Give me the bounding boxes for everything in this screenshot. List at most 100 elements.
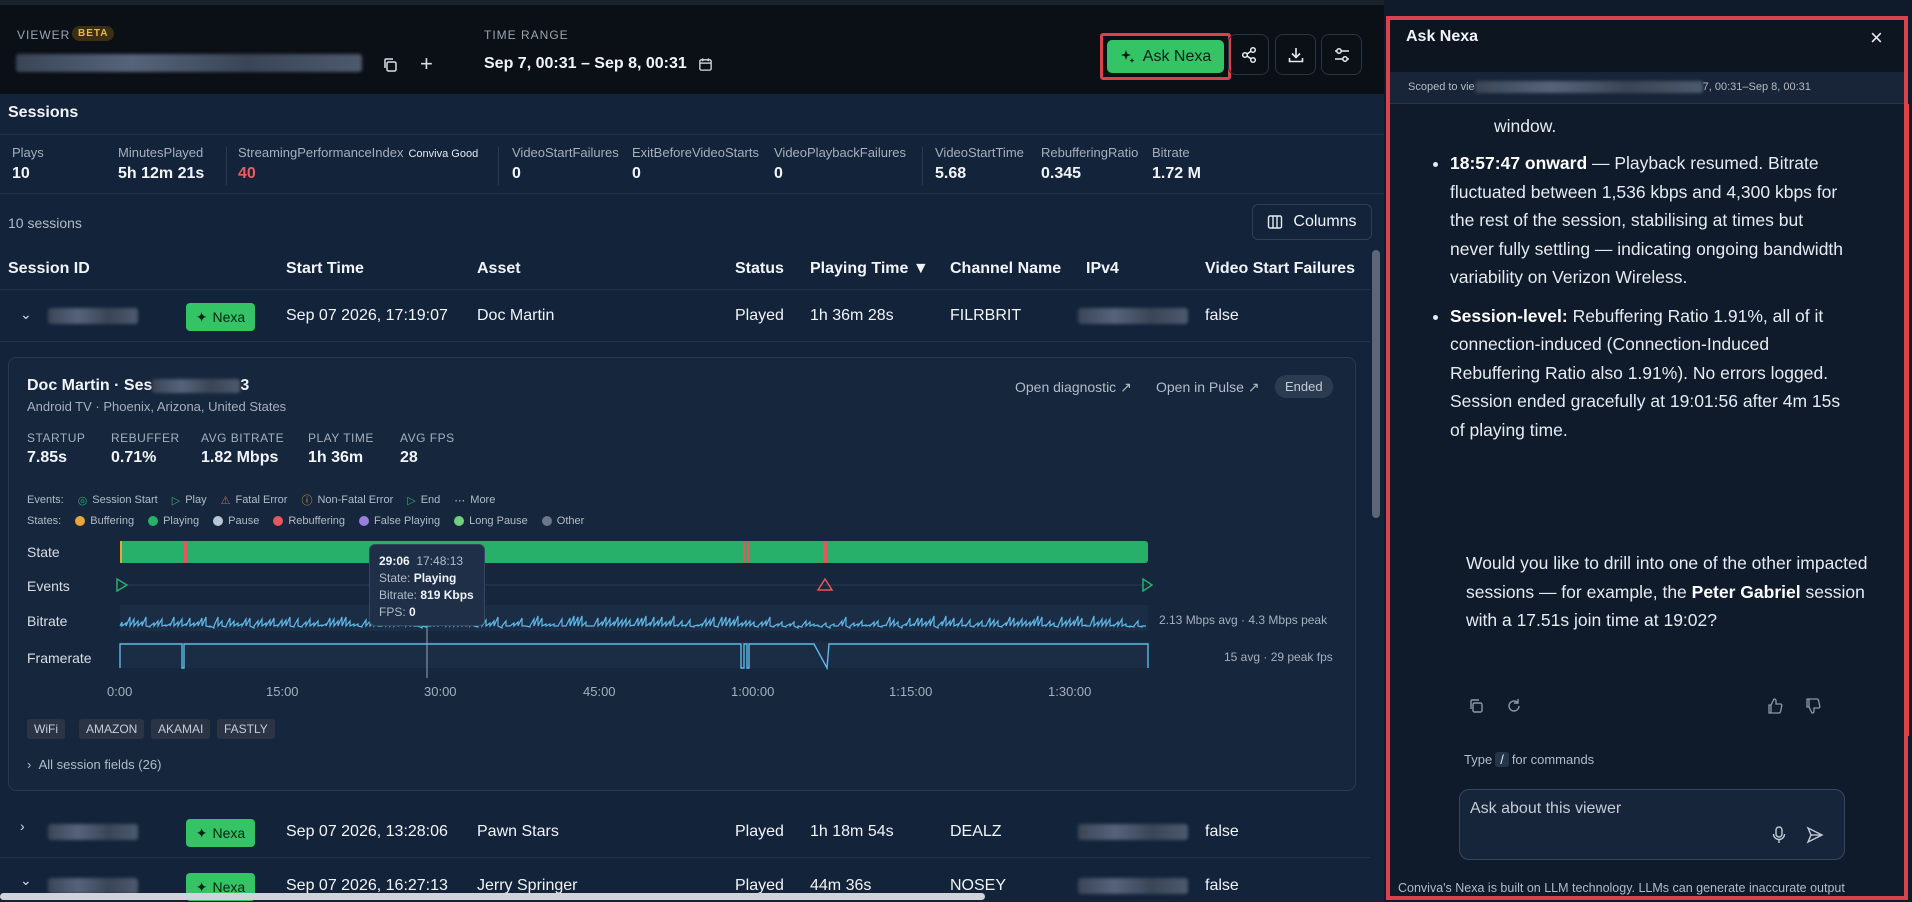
chat-scrollbar[interactable]: [1906, 104, 1909, 736]
session-id-redacted: [48, 824, 138, 840]
axis-tick: 1:00:00: [731, 684, 775, 699]
cell-playing-time: 1h 36m 28s: [810, 307, 894, 324]
axis-tick: 30:00: [424, 684, 457, 699]
cell-status: Played: [735, 823, 784, 840]
session-detail-card: Doc Martin · Ses 3 Android TV · Phoenix, …: [8, 357, 1356, 791]
add-viewer-plus-icon[interactable]: +: [420, 53, 433, 75]
cell-status: Played: [735, 307, 784, 324]
col-ipv4[interactable]: IPv4: [1086, 260, 1119, 278]
tag-connection: WiFi: [27, 719, 65, 739]
metric-video-playback-failures: VideoPlaybackFailures 0: [774, 145, 906, 182]
session-timeline-chart[interactable]: [9, 358, 1357, 792]
sliders-icon: [1334, 47, 1349, 62]
cell-channel: FILRBRIT: [950, 307, 1022, 324]
framerate-summary: 15 avg · 29 peak fps: [1224, 650, 1333, 664]
sparkle-icon: [1120, 49, 1135, 63]
copy-icon[interactable]: [382, 57, 398, 73]
vertical-scrollbar[interactable]: [1372, 250, 1380, 518]
command-hint: Type / for commands: [1464, 752, 1595, 767]
main-area: VIEWER BETA + TIME RANGE Sep 7, 00:31 – …: [0, 0, 1384, 902]
time-range-value[interactable]: Sep 7, 00:31 – Sep 8, 00:31: [484, 55, 687, 73]
state-bar-buffering: [120, 541, 122, 563]
axis-tick: 45:00: [583, 684, 616, 699]
microphone-icon[interactable]: [1771, 826, 1787, 844]
row-nexa-button[interactable]: ✦ Nexa: [186, 303, 255, 331]
ipv4-redacted: [1078, 878, 1188, 894]
axis-tick: 1:30:00: [1048, 684, 1092, 699]
spi-badge: Conviva Good: [408, 148, 479, 160]
horizontal-scrollbar[interactable]: [0, 893, 985, 900]
panel-highlight-frame: [1386, 16, 1908, 900]
cell-asset: Pawn Stars: [477, 823, 559, 840]
metric-bitrate: Bitrate 1.72 M: [1152, 145, 1201, 182]
cell-video-start-failures: false: [1205, 877, 1239, 894]
table-header: Session ID Start Time Asset Status Playi…: [0, 250, 1370, 290]
viewer-id-redacted: [16, 54, 362, 72]
share-button[interactable]: [1228, 34, 1269, 75]
ask-nexa-highlight: Ask Nexa: [1100, 33, 1231, 80]
framerate-lane-bg: [120, 642, 1148, 668]
axis-tick: 0:00: [107, 684, 133, 699]
metric-spi: StreamingPerformanceIndex Conviva Good 40: [238, 145, 479, 182]
viewer-label: VIEWER: [17, 28, 71, 42]
ipv4-redacted: [1078, 824, 1188, 840]
bitrate-summary: 2.13 Mbps avg · 4.3 Mbps peak: [1159, 613, 1328, 627]
download-button[interactable]: [1275, 34, 1316, 75]
ask-input[interactable]: [1470, 798, 1770, 820]
collapse-chevron-icon[interactable]: ⌄: [20, 306, 32, 323]
all-session-fields-toggle[interactable]: › All session fields (26): [27, 757, 161, 772]
cell-video-start-failures: false: [1205, 307, 1239, 324]
expand-chevron-icon[interactable]: ›: [20, 818, 25, 834]
session-id-redacted: [48, 878, 138, 894]
settings-button[interactable]: [1321, 34, 1362, 75]
col-session-id[interactable]: Session ID: [8, 260, 90, 278]
beta-badge: BETA: [72, 26, 115, 41]
calendar-icon[interactable]: [698, 57, 713, 72]
tag-cdn: AKAMAI: [151, 719, 211, 739]
cell-asset: Doc Martin: [477, 307, 555, 324]
metric-plays: Plays 10: [12, 145, 44, 182]
thumbs-up-icon[interactable]: [1766, 697, 1784, 715]
table-row[interactable]: ⌄ ✦ Nexa Sep 07 2026, 17:19:07 Doc Martin…: [0, 290, 1370, 342]
cell-video-start-failures: false: [1205, 823, 1239, 840]
columns-icon: [1268, 215, 1283, 229]
metric-minutes-played: MinutesPlayed 5h 12m 21s: [118, 145, 205, 182]
col-start-time[interactable]: Start Time: [286, 260, 364, 278]
table-row[interactable]: › ✦ Nexa Sep 07 2026, 13:28:06 Pawn Stars…: [0, 806, 1370, 858]
send-icon[interactable]: [1806, 826, 1824, 844]
timeline-tooltip: 29:06 17:48:13 State: Playing Bitrate: 8…: [369, 544, 485, 626]
col-asset[interactable]: Asset: [477, 260, 521, 278]
download-icon: [1288, 47, 1303, 62]
state-bar-rebuffer: [823, 541, 827, 563]
nexa-pill-label: Nexa: [212, 825, 246, 841]
col-channel-name[interactable]: Channel Name: [950, 260, 1061, 278]
regenerate-icon[interactable]: [1505, 697, 1523, 715]
col-video-start-failures[interactable]: Video Start Failures: [1205, 260, 1355, 278]
session-count: 10 sessions: [8, 215, 82, 231]
time-range-label: TIME RANGE: [484, 28, 569, 42]
tag-cdn: FASTLY: [217, 719, 275, 739]
cell-playing-time: 1h 18m 54s: [810, 823, 894, 840]
col-status[interactable]: Status: [735, 260, 784, 278]
sessions-title: Sessions: [8, 104, 79, 121]
thumbs-down-icon[interactable]: [1804, 697, 1822, 715]
columns-button[interactable]: Columns: [1252, 204, 1372, 240]
col-playing-time[interactable]: Playing Time ▼: [810, 260, 929, 278]
state-bar-rebuffer: [184, 541, 187, 563]
ask-nexa-button[interactable]: Ask Nexa: [1107, 40, 1224, 73]
copy-icon[interactable]: [1467, 697, 1485, 715]
metric-video-start-time: VideoStartTime 5.68: [935, 145, 1024, 182]
tag-isp: AMAZON: [79, 719, 145, 739]
ask-nexa-label: Ask Nexa: [1142, 47, 1212, 65]
ipv4-redacted: [1078, 308, 1188, 324]
row-nexa-button[interactable]: ✦ Nexa: [186, 819, 255, 847]
expand-chevron-icon[interactable]: ⌄: [20, 872, 32, 889]
sparkle-icon: ✦: [195, 824, 208, 841]
ask-input-box[interactable]: [1459, 789, 1845, 860]
disclaimer: Conviva's Nexa is built on LLM technolog…: [1398, 881, 1845, 895]
top-bar: VIEWER BETA + TIME RANGE Sep 7, 00:31 – …: [0, 0, 1384, 94]
state-bar-rebuffer: [747, 541, 749, 563]
state-bar-playing: [120, 541, 1148, 563]
chevron-right-icon: ›: [27, 757, 32, 772]
metric-video-start-failures: VideoStartFailures 0: [512, 145, 619, 182]
